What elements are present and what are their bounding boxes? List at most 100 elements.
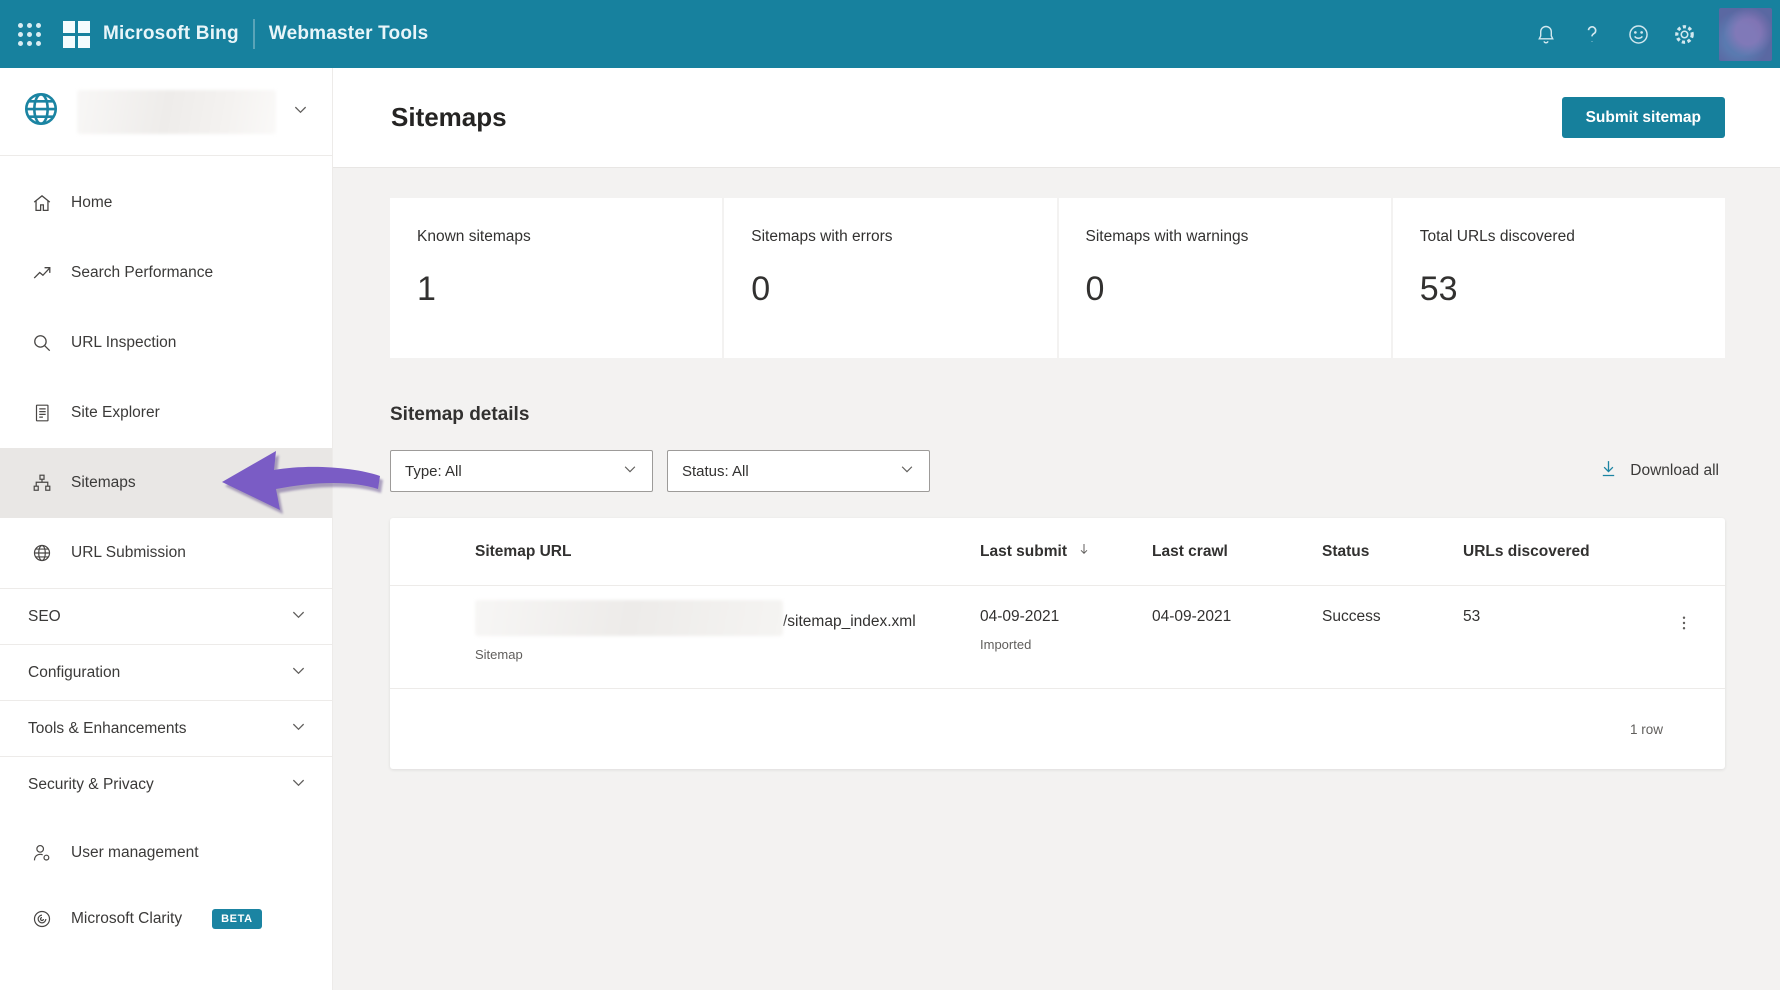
type-filter-dropdown[interactable]: Type: All <box>390 450 653 492</box>
person-gear-icon <box>30 842 53 864</box>
sidebar-item-label: Home <box>71 194 113 211</box>
chevron-down-icon <box>289 661 308 685</box>
sidebar: Home Search Performance URL Inspection S… <box>0 68 333 990</box>
sidebar-group-label: Security & Privacy <box>28 775 154 793</box>
help-icon[interactable] <box>1569 11 1615 57</box>
sitemap-icon <box>30 472 53 494</box>
home-icon <box>30 192 53 214</box>
chevron-down-icon <box>289 717 308 741</box>
column-header-last-crawl: Last crawl <box>1152 542 1228 560</box>
microsoft-logo-icon <box>63 20 90 48</box>
urls-discovered-value: 53 <box>1463 608 1481 625</box>
stat-value: 1 <box>417 270 436 308</box>
product-name: Webmaster Tools <box>268 23 429 44</box>
page-title: Sitemaps <box>391 102 507 132</box>
search-icon <box>30 332 53 354</box>
sidebar-item-url-inspection[interactable]: URL Inspection <box>0 308 332 378</box>
download-icon <box>1598 458 1619 484</box>
sidebar-item-label: Site Explorer <box>71 404 160 421</box>
sidebar-item-label: URL Submission <box>71 544 186 561</box>
sidebar-group-configuration[interactable]: Configuration <box>0 644 332 700</box>
sidebar-group-tools-enhancements[interactable]: Tools & Enhancements <box>0 700 332 756</box>
stat-value: 0 <box>751 270 771 308</box>
filter-row: Type: All Status: All Download all <box>390 450 1725 492</box>
sidebar-nav: Home Search Performance URL Inspection S… <box>0 156 332 952</box>
stat-label: Known sitemaps <box>417 228 531 245</box>
clarity-icon <box>30 908 53 930</box>
stat-value: 53 <box>1419 270 1458 308</box>
sidebar-item-site-explorer[interactable]: Site Explorer <box>0 378 332 448</box>
sidebar-item-label: User management <box>71 844 199 861</box>
sidebar-item-label: Sitemaps <box>71 474 136 491</box>
site-selector[interactable] <box>0 68 332 156</box>
last-crawl-date: 04-09-2021 <box>1152 608 1232 625</box>
stat-label: Sitemaps with warnings <box>1085 228 1249 245</box>
column-header-last-submit-sortable[interactable]: Last submit <box>980 541 1152 562</box>
last-submit-date: 04-09-2021 <box>980 608 1060 625</box>
beta-badge: BETA <box>212 909 262 929</box>
column-header-label: Last submit <box>980 542 1067 560</box>
status-filter-dropdown[interactable]: Status: All <box>667 450 930 492</box>
sidebar-item-url-submission[interactable]: URL Submission <box>0 518 332 588</box>
column-header-urls-discovered: URLs discovered <box>1463 542 1590 560</box>
row-count-label: 1 row <box>1629 721 1663 737</box>
app-launcher-waffle-icon[interactable] <box>18 22 41 46</box>
page-header: Sitemaps Submit sitemap <box>333 68 1780 168</box>
sitemap-details-heading: Sitemap details <box>390 404 530 425</box>
table-footer: 1 row <box>390 689 1725 769</box>
stat-label: Total URLs discovered <box>1419 228 1575 245</box>
stat-label: Sitemaps with errors <box>751 228 893 245</box>
stat-card-total-urls-discovered: Total URLs discovered 53 <box>1392 198 1725 358</box>
column-header-sitemap-url: Sitemap URL <box>475 542 572 560</box>
brand-separator <box>252 19 255 49</box>
last-submit-note: Imported <box>980 637 1032 652</box>
stat-card-sitemaps-with-errors: Sitemaps with errors 0 <box>724 198 1057 358</box>
row-actions-kebab-icon[interactable] <box>1669 608 1699 643</box>
status-value: Success <box>1322 608 1381 625</box>
main-content: Sitemaps Submit sitemap Known sitemaps 1… <box>333 68 1780 990</box>
table-row: /sitemap_index.xml Sitemap 04-09-2021 Im… <box>390 586 1725 689</box>
type-filter-value: Type: All <box>405 462 462 480</box>
sidebar-item-label: Microsoft Clarity <box>71 910 183 927</box>
sidebar-item-label: URL Inspection <box>71 334 177 351</box>
trend-arrow-icon <box>30 262 53 284</box>
sidebar-group-label: Configuration <box>28 663 121 681</box>
stat-card-sitemaps-with-warnings: Sitemaps with warnings 0 <box>1058 198 1391 358</box>
user-avatar[interactable] <box>1719 7 1772 61</box>
topbar: Microsoft Bing Webmaster Tools <box>0 0 1780 68</box>
table-header-row: Sitemap URL Last submit Last crawl Statu… <box>390 518 1725 586</box>
download-all-label: Download all <box>1630 462 1719 479</box>
download-all-button[interactable]: Download all <box>1598 458 1725 484</box>
stats-row: Known sitemaps 1 Sitemaps with errors 0 … <box>390 198 1725 358</box>
sidebar-item-microsoft-clarity[interactable]: Microsoft Clarity BETA <box>0 886 332 952</box>
chevron-down-icon <box>289 773 308 797</box>
sitemap-url-suffix[interactable]: /sitemap_index.xml <box>783 613 916 631</box>
chevron-down-icon <box>291 100 310 124</box>
sort-descending-arrow-icon <box>1076 541 1092 562</box>
sidebar-item-search-performance[interactable]: Search Performance <box>0 238 332 308</box>
sidebar-group-label: SEO <box>28 607 61 625</box>
sitemaps-table: Sitemap URL Last submit Last crawl Statu… <box>390 518 1725 769</box>
site-globe-icon <box>20 88 62 135</box>
sidebar-item-user-management[interactable]: User management <box>0 820 332 886</box>
sidebar-item-label: Search Performance <box>71 264 214 281</box>
chevron-down-icon <box>621 460 639 482</box>
notifications-bell-icon[interactable] <box>1523 11 1569 57</box>
sidebar-group-security-privacy[interactable]: Security & Privacy <box>0 756 332 812</box>
stat-value: 0 <box>1085 270 1105 308</box>
document-list-icon <box>30 402 53 424</box>
settings-gear-icon[interactable] <box>1661 11 1707 57</box>
feedback-smiley-icon[interactable] <box>1615 11 1661 57</box>
brand-name: Microsoft Bing <box>103 23 239 44</box>
sitemap-url-redacted <box>475 600 783 636</box>
app-window: Microsoft Bing Webmaster Tools Home Sear… <box>0 0 1780 990</box>
site-name-redacted <box>77 89 276 134</box>
sidebar-group-label: Tools & Enhancements <box>28 719 187 737</box>
sidebar-item-home[interactable]: Home <box>0 168 332 238</box>
sitemap-type-label: Sitemap <box>475 647 523 662</box>
submit-sitemap-button[interactable]: Submit sitemap <box>1561 97 1725 138</box>
sidebar-item-sitemaps[interactable]: Sitemaps <box>0 448 332 518</box>
sidebar-group-seo[interactable]: SEO <box>0 588 332 644</box>
globe-icon <box>30 542 53 564</box>
column-header-status: Status <box>1322 542 1370 560</box>
